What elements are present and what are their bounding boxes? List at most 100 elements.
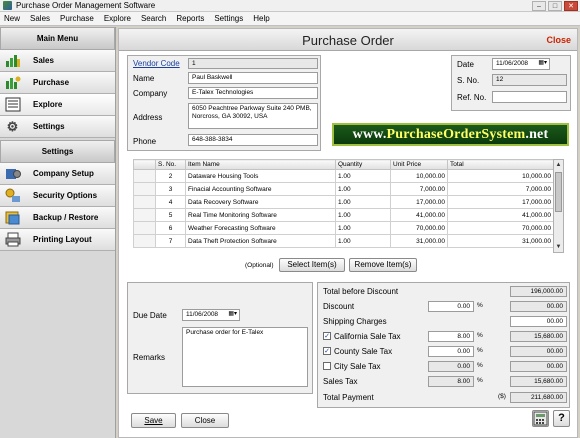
company-field[interactable]: E-Talex Technologies — [188, 87, 318, 99]
company-setup-icon — [4, 166, 21, 182]
row-selector[interactable] — [133, 221, 156, 235]
california-tax-percent-field[interactable]: 8.00 — [428, 331, 474, 342]
main-menu-header: Main Menu — [0, 27, 115, 50]
date-field[interactable]: 11/06/2008 ▦▾ — [492, 58, 550, 70]
table-scrollbar[interactable]: ▲ ▼ — [553, 159, 564, 253]
menu-reports[interactable]: Reports — [176, 14, 204, 23]
discount-percent-field[interactable]: 0.00 — [428, 301, 474, 312]
window-titlebar: Purchase Order Management Software – □ ✕ — [0, 0, 580, 12]
sidebar-item-company-setup[interactable]: Company Setup — [0, 163, 115, 185]
sidebar-item-label: Printing Layout — [33, 235, 92, 244]
save-button[interactable]: Save — [131, 413, 176, 428]
cell-item-name: Data Theft Protection Software — [185, 234, 336, 248]
table-row[interactable]: 4 Data Recovery Software 1.00 17,000.00 … — [133, 195, 554, 209]
cell-quantity: 1.00 — [335, 169, 391, 183]
county-tax-label: County Sale Tax — [334, 347, 393, 356]
app-icon — [3, 1, 12, 10]
sidebar-item-label: Settings — [33, 122, 65, 131]
scroll-down-icon[interactable]: ▼ — [554, 242, 563, 252]
menu-new[interactable]: New — [4, 14, 20, 23]
menu-sales[interactable]: Sales — [30, 14, 50, 23]
help-icon[interactable]: ? — [553, 410, 570, 427]
remove-items-button[interactable]: Remove Item(s) — [349, 258, 417, 272]
sno-label: S. No. — [457, 76, 480, 85]
column-header[interactable]: Unit Price — [390, 159, 448, 170]
sidebar-item-settings[interactable]: ⚙ Settings — [0, 116, 115, 138]
maximize-icon[interactable]: □ — [548, 1, 562, 11]
column-header[interactable]: Total — [447, 159, 554, 170]
cell-total: 17,000.00 — [447, 195, 554, 209]
total-before-discount-label: Total before Discount — [323, 287, 399, 296]
shipping-field[interactable]: 00.00 — [510, 316, 567, 327]
vendor-code-link[interactable]: Vendor Code — [133, 59, 180, 68]
city-tax-percent-field[interactable]: 0.00 — [428, 361, 474, 372]
percent-sign: % — [477, 347, 483, 354]
table-row[interactable]: 6 Weather Forecasting Software 1.00 70,0… — [133, 221, 554, 235]
form-close-link[interactable]: Close — [546, 35, 571, 45]
close-button[interactable]: Close — [181, 413, 229, 428]
county-tax-percent-field[interactable]: 0.00 — [428, 346, 474, 357]
column-header[interactable]: Quantity — [335, 159, 391, 170]
cell-unit-price: 17,000.00 — [390, 195, 448, 209]
due-date-field[interactable]: 11/06/2008 ▦▾ — [182, 309, 240, 321]
phone-label: Phone — [133, 137, 157, 146]
ref-no-field[interactable] — [492, 91, 567, 103]
scroll-up-icon[interactable]: ▲ — [554, 160, 563, 170]
column-header[interactable]: Item Name — [185, 159, 336, 170]
row-selector[interactable] — [133, 234, 156, 248]
row-selector[interactable] — [133, 182, 156, 196]
sidebar-item-security-options[interactable]: Security Options — [0, 185, 115, 207]
sidebar-item-purchase[interactable]: Purchase — [0, 72, 115, 94]
city-tax-label: City Sale Tax — [334, 362, 381, 371]
gear-icon: ⚙ — [6, 118, 19, 134]
sidebar: Main Menu Sales Purchase Explore ⚙ Setti… — [0, 27, 116, 438]
minimize-icon[interactable]: – — [532, 1, 546, 11]
table-row[interactable]: 5 Real Time Monitoring Software 1.00 41,… — [133, 208, 554, 222]
calendar-dropdown-icon[interactable]: ▦▾ — [538, 59, 547, 66]
county-tax-checkbox[interactable]: ✓ — [323, 347, 331, 355]
sidebar-item-sales[interactable]: Sales — [0, 50, 115, 72]
table-row[interactable]: 2 Dataware Housing Tools 1.00 10,000.00 … — [133, 169, 554, 183]
due-remarks-box: Due Date 11/06/2008 ▦▾ Remarks Purchase … — [127, 282, 313, 394]
company-label: Company — [133, 89, 168, 98]
menu-purchase[interactable]: Purchase — [60, 14, 94, 23]
cell-sno: 7 — [155, 234, 186, 248]
calendar-dropdown-icon[interactable]: ▦▾ — [228, 310, 237, 317]
sidebar-item-printing-layout[interactable]: Printing Layout — [0, 229, 115, 251]
select-items-button[interactable]: Select Item(s) — [279, 258, 345, 272]
menu-search[interactable]: Search — [141, 14, 166, 23]
sidebar-item-explore[interactable]: Explore — [0, 94, 115, 116]
name-field[interactable]: Paul Baskwell — [188, 72, 318, 84]
remarks-field[interactable]: Purchase order for E-Talex — [182, 327, 308, 387]
menu-help[interactable]: Help — [253, 14, 269, 23]
california-tax-checkbox[interactable]: ✓ — [323, 332, 331, 340]
calculator-icon[interactable] — [532, 410, 549, 427]
window-close-icon[interactable]: ✕ — [564, 1, 578, 11]
due-date-label: Due Date — [133, 311, 167, 320]
row-selector[interactable] — [133, 208, 156, 222]
address-field[interactable]: 6050 Peachtree Parkway Suite 240 PMB, No… — [188, 103, 318, 129]
website-banner: www. PurchaseOrderSystem .net — [332, 123, 569, 146]
cell-sno: 4 — [155, 195, 186, 209]
cell-quantity: 1.00 — [335, 234, 391, 248]
phone-field[interactable]: 648-388-3834 — [188, 134, 318, 146]
sidebar-item-backup-restore[interactable]: Backup / Restore — [0, 207, 115, 229]
row-selector[interactable] — [133, 169, 156, 183]
table-row[interactable]: 3 Finacial Accounting Software 1.00 7,00… — [133, 182, 554, 196]
sno-field[interactable]: 12 — [492, 74, 567, 86]
scroll-thumb[interactable] — [555, 172, 562, 212]
cell-quantity: 1.00 — [335, 195, 391, 209]
california-tax-label: California Sale Tax — [334, 332, 401, 341]
form-header: Purchase Order Close — [119, 29, 577, 51]
table-row[interactable]: 7 Data Theft Protection Software 1.00 31… — [133, 234, 554, 248]
vendor-code-field[interactable]: 1 — [188, 58, 318, 69]
row-selector[interactable] — [133, 195, 156, 209]
menu-explore[interactable]: Explore — [104, 14, 131, 23]
menu-settings[interactable]: Settings — [214, 14, 243, 23]
city-tax-checkbox[interactable] — [323, 362, 331, 370]
total-payment-label: Total Payment — [323, 393, 374, 402]
sidebar-item-label: Security Options — [33, 191, 98, 200]
county-tax-amount-value: 00.00 — [510, 346, 567, 357]
percent-sign: % — [477, 362, 483, 369]
column-header[interactable]: S. No. — [155, 159, 186, 170]
